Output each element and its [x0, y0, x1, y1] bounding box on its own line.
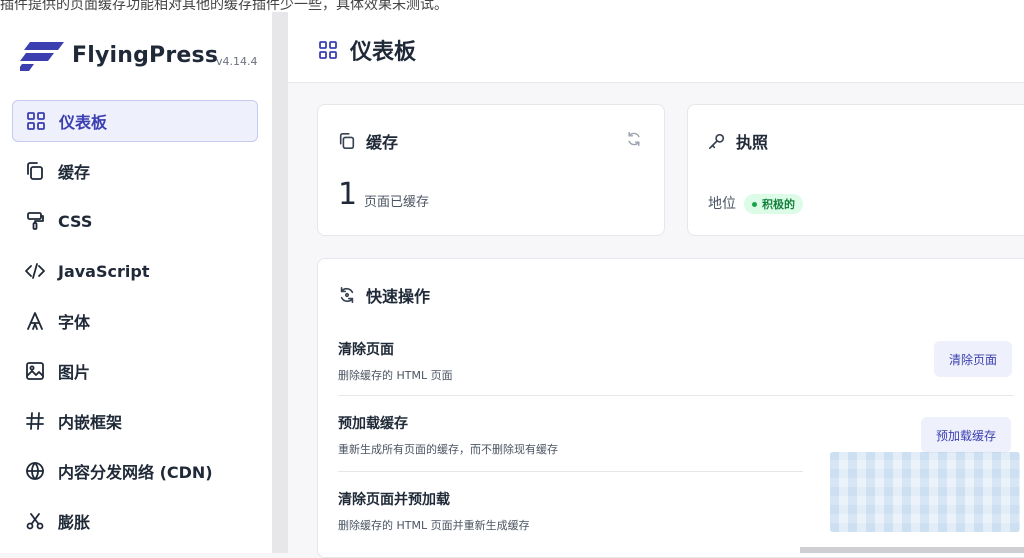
- status-value: 积极的: [762, 198, 795, 211]
- key-icon: [708, 133, 725, 150]
- sidebar-item-label: 字体: [58, 313, 91, 332]
- status-badge: 积极的: [744, 194, 803, 214]
- divider: [338, 395, 1014, 396]
- version-label: v4.14.4: [216, 55, 258, 68]
- sidebar-item-label: 膨胀: [58, 513, 91, 532]
- brand-name: FlyingPress: [72, 42, 219, 68]
- sidebar-item-cdn[interactable]: 内容分发网络 (CDN): [12, 450, 258, 492]
- brand[interactable]: FlyingPress: [20, 38, 218, 72]
- flyingpress-logo-icon: [20, 42, 64, 71]
- divider: [338, 471, 803, 472]
- refresh-cache-button[interactable]: [626, 131, 646, 151]
- sidebar-item-dashboard[interactable]: 仪表板: [12, 100, 258, 142]
- sidebar-item-fonts[interactable]: 字体: [12, 300, 258, 342]
- card-title: 缓存: [366, 133, 399, 152]
- copy-icon: [24, 160, 46, 182]
- sidebar-item-javascript[interactable]: JavaScript: [12, 250, 258, 292]
- horizontal-scrollbar[interactable]: [800, 547, 1024, 553]
- status-dot: [752, 201, 757, 207]
- cache-card: 缓存 1 页面已缓存: [317, 104, 665, 236]
- hash-icon: [24, 410, 46, 432]
- card-header: 快速操作: [338, 283, 430, 307]
- card-title: 执照: [736, 133, 769, 152]
- card-header: 缓存: [338, 129, 398, 153]
- action-row-purge-pages: 清除页面 删除缓存的 HTML 页面: [338, 339, 1018, 383]
- sidebar-item-images[interactable]: 图片: [12, 350, 258, 392]
- cached-pages-label: 页面已缓存: [364, 195, 430, 210]
- sidebar-divider: [272, 12, 288, 553]
- preload-cache-button[interactable]: 预加载缓存: [921, 417, 1012, 453]
- card-header: 执照: [708, 129, 768, 153]
- page-title-wrap: 仪表板: [318, 34, 416, 66]
- sidebar-item-label: 图片: [58, 363, 91, 382]
- code-icon: [24, 260, 46, 282]
- sidebar-item-iframes[interactable]: 内嵌框架: [12, 400, 258, 442]
- sidebar-item-label: 仪表板: [59, 113, 108, 132]
- action-desc: 删除缓存的 HTML 页面: [338, 369, 453, 382]
- refresh-icon: [628, 131, 640, 147]
- sidebar-item-css[interactable]: CSS: [12, 200, 258, 242]
- card-title: 快速操作: [366, 287, 431, 306]
- dashboard-grid-icon: [319, 41, 337, 59]
- globe-icon: [24, 460, 46, 482]
- sidebar-item-bloat[interactable]: 膨胀: [12, 500, 258, 542]
- dashboard-grid-icon: [25, 110, 47, 132]
- sidebar: FlyingPress v4.14.4 仪表板 缓存 CSS JavaScrip: [0, 12, 272, 553]
- refresh-icon: [340, 286, 354, 304]
- sidebar-item-cache[interactable]: 缓存: [12, 150, 258, 192]
- paint-roller-icon: [24, 210, 46, 232]
- scissors-icon: [24, 510, 46, 532]
- pixelated-watermark: [830, 452, 1020, 532]
- article-text-snippet: 插件提供的页面缓存功能相对其他的缓存插件少一些，具体效果未测试。: [0, 0, 1024, 12]
- license-card: 执照 地位 积极的: [687, 104, 1024, 236]
- action-title: 清除页面: [338, 342, 394, 358]
- sidebar-item-label: 内容分发网络 (CDN): [58, 463, 213, 482]
- cached-pages-count: 1: [338, 177, 358, 212]
- sidebar-item-label: JavaScript: [58, 261, 150, 281]
- sidebar-item-label: 内嵌框架: [58, 413, 123, 432]
- page-header: 仪表板: [288, 12, 1024, 83]
- sidebar-item-label: 缓存: [58, 163, 91, 182]
- copy-icon: [339, 132, 355, 150]
- purge-pages-button[interactable]: 清除页面: [934, 341, 1013, 377]
- action-title: 预加载缓存: [338, 416, 408, 432]
- image-icon: [24, 360, 46, 382]
- page-title: 仪表板: [350, 40, 417, 65]
- sidebar-nav: 仪表板 缓存 CSS JavaScript 字体 图片 内嵌框架 内容分发网络 …: [12, 100, 258, 550]
- sidebar-item-label: CSS: [58, 211, 93, 231]
- font-icon: [24, 310, 46, 332]
- action-row-preload-cache: 预加载缓存 重新生成所有页面的缓存，而不删除现有缓存: [338, 413, 1018, 457]
- status-label: 地位: [708, 196, 736, 212]
